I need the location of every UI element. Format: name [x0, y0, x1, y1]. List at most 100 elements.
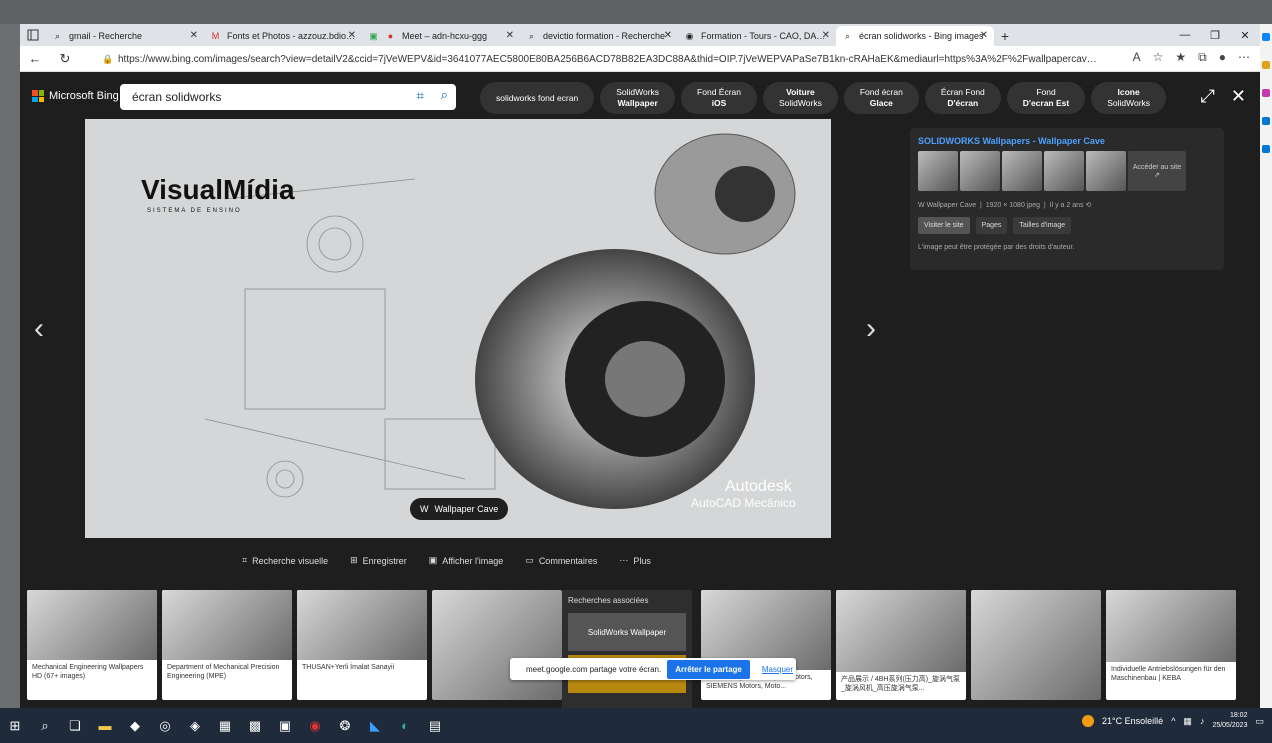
close-icon[interactable]: ✕	[348, 30, 356, 41]
related-search-item[interactable]: SolidWorks Wallpaper	[568, 613, 686, 651]
view-image-button[interactable]: ▣ Afficher l'image	[429, 555, 504, 566]
thumbnail[interactable]	[918, 151, 958, 191]
visual-search-button[interactable]: ⌗ Recherche visuelle	[242, 555, 328, 566]
new-tab-button[interactable]: +	[994, 26, 1016, 46]
volume-icon[interactable]: ♪	[1200, 716, 1205, 726]
related-image-card[interactable]: Individuelle Antriebslösungen für den Ma…	[1106, 590, 1236, 700]
app-icon[interactable]: ◆	[120, 711, 150, 741]
file-explorer-icon[interactable]: ▬	[90, 711, 120, 741]
app-icon[interactable]: ◎	[150, 711, 180, 741]
weather-icon	[1082, 715, 1095, 727]
stop-sharing-button[interactable]: Arrêter le partage	[667, 659, 750, 679]
panel-title[interactable]: SOLIDWORKS Wallpapers - Wallpaper Cave	[918, 136, 1216, 146]
shopping-icon[interactable]	[1262, 61, 1270, 69]
tab-devictio[interactable]: ⌕ devictio formation - Recherche ✕	[520, 26, 678, 46]
related-image-card[interactable]: 1LA8 / 1PQ8 N - Compact Motors, SIEMENS …	[701, 590, 831, 700]
tab-gmail[interactable]: M Fonts et Photos - azzouz.bdiouiE ✕	[204, 26, 362, 46]
refresh-icon[interactable]: ↻	[50, 51, 80, 67]
app-icon[interactable]: ▤	[420, 711, 450, 741]
favorites-icon[interactable]: ★	[1175, 50, 1186, 65]
close-window-icon[interactable]: ✕	[1230, 24, 1260, 46]
bing-logo[interactable]: Microsoft Bing	[32, 90, 119, 102]
vscode-icon[interactable]: ◣	[360, 711, 390, 741]
search-icon[interactable]: ⌕	[30, 711, 60, 741]
start-icon[interactable]: ⊞	[0, 711, 30, 741]
chip[interactable]: Fond Écran iOS	[681, 82, 757, 114]
related-image-card[interactable]: Department of Mechanical Precision Engin…	[162, 590, 292, 700]
related-image-card[interactable]: Mechanical Engineering Wallpapers HD (67…	[27, 590, 157, 700]
chip[interactable]: Voiture SolidWorks	[763, 82, 838, 114]
calculator-icon[interactable]: ▦	[210, 711, 240, 741]
related-image-card[interactable]: THUSAN+Yerli İmalat Sanayii	[297, 590, 427, 700]
maximize-icon[interactable]: ❐	[1200, 24, 1230, 46]
minimize-icon[interactable]: —	[1170, 24, 1200, 46]
network-icon[interactable]: ▦	[1183, 716, 1192, 727]
tab-gmail-search[interactable]: ⌕ gmail - Recherche ✕	[46, 26, 204, 46]
search-icon[interactable]	[1262, 33, 1270, 41]
more-menu-icon[interactable]: ⋯	[1238, 50, 1250, 65]
copyright-note: L'image peut être protégée par des droit…	[918, 244, 1075, 251]
thumbnail[interactable]	[960, 151, 1000, 191]
visit-site-thumb[interactable]: Accéder au site ⇗	[1128, 151, 1186, 191]
next-arrow-icon[interactable]: ›	[866, 312, 876, 346]
app-icon[interactable]: ◈	[180, 711, 210, 741]
visit-site-button[interactable]: Visiter le site	[918, 217, 970, 234]
close-icon[interactable]: ✕	[506, 30, 514, 41]
thumbnail[interactable]	[1002, 151, 1042, 191]
related-image-card[interactable]: 产品展示 / 4BH系列(压力高)_旋涡气泵_旋涡风机_高压旋涡气泵...	[836, 590, 966, 700]
app-icon[interactable]: ❂	[330, 711, 360, 741]
browser-window: ⌕ gmail - Recherche ✕ M Fonts et Photos …	[20, 24, 1260, 714]
brand-sub-text: SISTEMA DE ENSINO	[147, 208, 242, 214]
thumbnail[interactable]	[1086, 151, 1126, 191]
back-icon[interactable]: ←	[20, 51, 50, 66]
search-icon[interactable]: ⌕	[441, 87, 448, 103]
favorite-add-icon[interactable]: ☆	[1153, 50, 1164, 65]
bing-image-viewer: Microsoft Bing écran solidworks ⌗ ⌕ soli…	[20, 72, 1260, 714]
chip[interactable]: Fond D'ecran Est	[1006, 82, 1086, 114]
feedback-button[interactable]: ▭ Commentaires	[525, 555, 597, 566]
edge-icon[interactable]: ◐	[390, 711, 420, 741]
source-credit[interactable]: W Wallpaper Cave	[410, 498, 509, 520]
close-icon[interactable]: ✕	[980, 30, 988, 41]
chip[interactable]: SolidWorks Wallpaper	[600, 82, 676, 114]
tab-formation[interactable]: ◉ Formation - Tours - CAO, DAO, F ✕	[678, 26, 836, 46]
search-box[interactable]: écran solidworks ⌗ ⌕	[120, 84, 456, 110]
close-icon[interactable]: ✕	[190, 30, 198, 41]
expand-icon[interactable]: ⤢	[1201, 86, 1215, 107]
more-button[interactable]: ⋯ Plus	[619, 555, 651, 566]
tools-icon[interactable]	[1262, 89, 1270, 97]
app-icon[interactable]: ▩	[240, 711, 270, 741]
related-image-card[interactable]	[432, 590, 562, 700]
pages-button[interactable]: Pages	[975, 217, 1008, 234]
visual-search-icon[interactable]: ⌗	[417, 88, 424, 104]
office-icon[interactable]	[1262, 117, 1270, 125]
close-icon[interactable]: ✕	[664, 30, 672, 41]
clock[interactable]: 18:02 25/05/2023	[1212, 711, 1247, 731]
outlook-icon[interactable]	[1262, 145, 1270, 153]
read-aloud-icon[interactable]: A	[1133, 50, 1141, 65]
chevron-up-icon[interactable]: ^	[1171, 716, 1175, 726]
task-view-icon[interactable]: ❏	[60, 711, 90, 741]
app-icon[interactable]: ▣	[270, 711, 300, 741]
thumbnail[interactable]	[1044, 151, 1084, 191]
close-icon[interactable]: ✕	[1231, 86, 1246, 107]
chip[interactable]: solidworks fond ecran	[480, 82, 595, 114]
main-image[interactable]: VisualMídia SISTEMA DE ENSINO Autodesk A…	[85, 119, 831, 538]
tab-actions-icon[interactable]	[20, 24, 46, 46]
tab-bing-images[interactable]: ⌕ écran solidworks - Bing images ✕	[836, 26, 994, 46]
url-field[interactable]: 🔒 https://www.bing.com/images/search?vie…	[98, 49, 1108, 69]
chip[interactable]: Fond écran Glace	[843, 82, 919, 114]
profile-icon[interactable]: ●	[1219, 50, 1226, 65]
notifications-icon[interactable]: ▭	[1255, 716, 1264, 727]
chip[interactable]: Icone SolidWorks	[1091, 82, 1167, 114]
previous-arrow-icon[interactable]: ‹	[34, 312, 44, 346]
hide-button[interactable]: Masquer	[762, 665, 793, 674]
close-icon[interactable]: ✕	[822, 30, 830, 41]
tab-meet[interactable]: ▣ ● Meet – adn-hcxu-ggg ✕	[362, 26, 520, 46]
solidworks-icon[interactable]: ◉	[300, 711, 330, 741]
chip[interactable]: Écran Fond D'écran	[924, 82, 1001, 114]
image-sizes-button[interactable]: Tailles d'image	[1013, 217, 1072, 234]
collections-icon[interactable]: ⧉	[1198, 50, 1207, 65]
save-button[interactable]: ⊞ Enregistrer	[350, 555, 407, 566]
related-image-card[interactable]	[971, 590, 1101, 700]
